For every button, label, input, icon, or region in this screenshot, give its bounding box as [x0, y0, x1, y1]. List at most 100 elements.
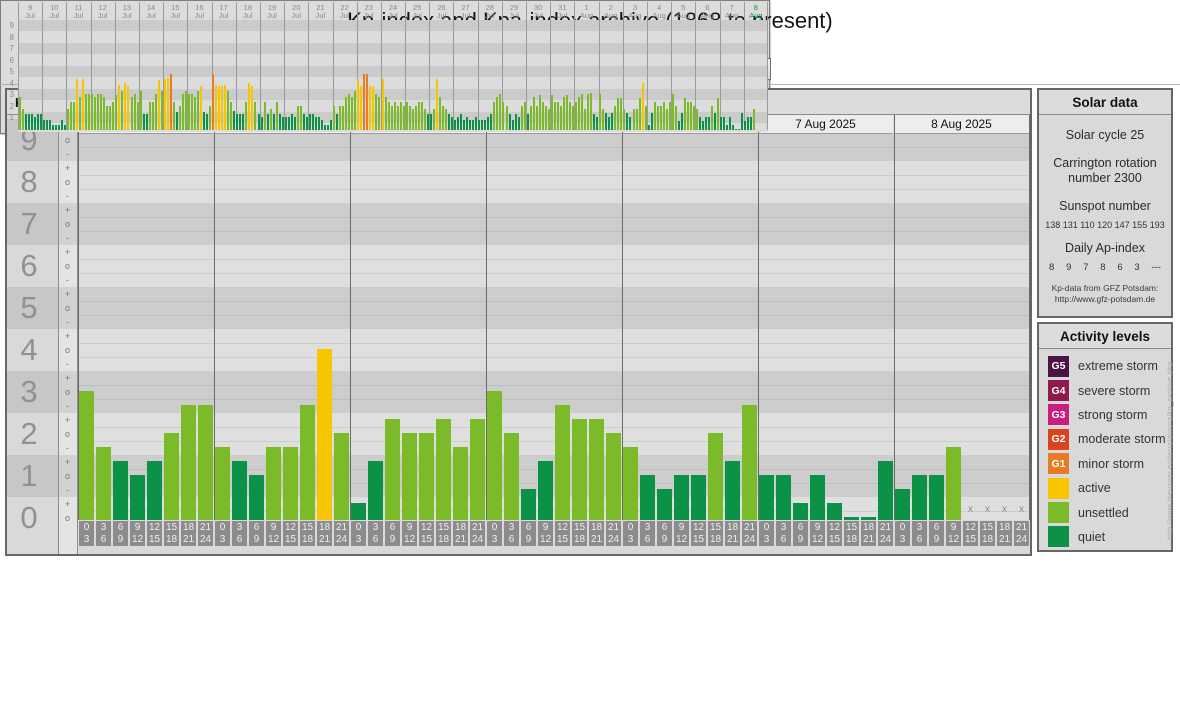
mini-date-label: 8 Aug: [745, 4, 767, 19]
mini-date-month: Jul: [218, 10, 229, 20]
mini-kp-bar: [148, 102, 151, 130]
mini-y-tick-label: 7: [9, 44, 14, 53]
mini-kp-bar: [269, 108, 272, 130]
mini-kp-bar: [411, 108, 414, 130]
mini-kp-bar: [432, 108, 435, 130]
mini-date-label: 26 Jul: [430, 4, 452, 19]
mini-kp-bar: [66, 108, 69, 130]
mini-kp-bar: [720, 117, 723, 130]
mini-date-label: 30 Jul: [527, 4, 549, 19]
mini-kp-bar: [381, 79, 384, 130]
mini-kp-bar: [387, 102, 390, 130]
mini-kp-bar: [145, 113, 148, 130]
mini-kp-bar: [218, 85, 221, 130]
mini-kp-bar: [103, 97, 106, 130]
mini-y-tick-label: 8: [9, 32, 14, 42]
mini-y-tick-label: 3: [9, 90, 14, 99]
mini-plot-band: [18, 20, 768, 32]
mini-date-label: 25 Jul: [406, 4, 428, 19]
mini-date-label: 11 Jul: [67, 4, 89, 19]
mini-kp-bar: [405, 102, 408, 130]
mini-kp-bar: [254, 102, 257, 130]
mini-date-month: Jul: [412, 10, 422, 20]
mini-day-divider: [284, 2, 286, 130]
mini-kp-bar: [565, 95, 568, 130]
mini-kp-bar: [469, 120, 472, 130]
mini-date-month: Jul: [97, 10, 108, 20]
mini-kp-bar: [653, 101, 656, 130]
mini-date-month: Jul: [364, 10, 374, 20]
mini-date-month: Jul: [73, 10, 84, 20]
mini-kp-bar: [478, 120, 481, 130]
mini-kp-bar: [296, 105, 299, 130]
mini-kp-bar: [584, 108, 587, 130]
mini-date-label: 17 Jul: [213, 4, 235, 19]
mini-kp-bar: [109, 105, 112, 130]
mini-date-label: 27 Jul: [454, 4, 476, 19]
mini-kp-bar: [680, 113, 683, 130]
mini-kp-bar: [76, 79, 79, 130]
mini-kp-bar: [457, 117, 460, 130]
mini-kp-bar: [487, 117, 490, 130]
mini-y-tick-label: 9: [9, 21, 14, 30]
mini-kp-bar: [753, 109, 756, 130]
mini-kp-bar: [417, 102, 420, 130]
mini-kp-bar: [260, 117, 263, 130]
mini-kp-bar: [178, 105, 181, 130]
mini-kp-bar: [671, 94, 674, 130]
mini-kp-bar: [239, 113, 242, 130]
mini-date-month: Jul: [509, 10, 519, 20]
mini-kp-bar: [73, 102, 76, 130]
mini-kp-bar: [472, 120, 475, 130]
mini-kp-bar: [593, 113, 596, 130]
mini-kp-bar: [747, 117, 750, 130]
mini-date-label: 1 Aug: [575, 4, 597, 19]
mini-kp-bar: [626, 113, 629, 130]
mini-kp-bar: [157, 80, 160, 130]
mini-kp-bar: [647, 124, 650, 130]
mini-kp-bar: [429, 113, 432, 130]
mini-right-border: [767, 2, 768, 130]
mini-date-label: 18 Jul: [237, 4, 259, 19]
mini-kp-bar: [166, 77, 169, 130]
mini-kp-bar: [206, 113, 209, 130]
mini-kp-bar: [520, 105, 523, 130]
mini-kp-bar: [696, 109, 699, 130]
mini-kp-bar: [590, 92, 593, 130]
mini-kp-bar: [79, 97, 82, 130]
mini-kp-bar: [617, 97, 620, 130]
mini-kp-bar: [94, 97, 97, 130]
mini-kp-bar: [245, 102, 248, 130]
mini-kp-bar: [45, 120, 48, 130]
mini-kp-bar: [611, 113, 614, 130]
mini-kp-bar: [575, 102, 578, 130]
mini-plot-band: [18, 77, 768, 89]
mini-kp-bar: [441, 105, 444, 130]
mini-kp-bar: [656, 105, 659, 130]
mini-kp-bar: [181, 94, 184, 130]
mini-date-month: Aug: [676, 10, 690, 20]
mini-day-divider: [526, 2, 528, 130]
mini-day-divider: [453, 2, 455, 130]
mini-date-label: 20 Jul: [285, 4, 307, 19]
mini-kp-bar: [91, 94, 94, 130]
mini-kp-bar: [236, 113, 239, 130]
mini-kp-bar: [142, 113, 145, 130]
mini-kp-bar: [369, 85, 372, 130]
mini-kp-bar: [251, 85, 254, 130]
mini-date-month: Jul: [194, 10, 205, 20]
mini-kp-bar: [345, 97, 348, 130]
mini-date-month: Jul: [243, 10, 253, 20]
mini-date-label: 21 Jul: [309, 4, 331, 19]
mini-kp-bar: [559, 105, 562, 130]
mini-kp-bar: [393, 102, 396, 130]
mini-kp-bar: [599, 94, 602, 130]
mini-date-label: 3 Aug: [624, 4, 646, 19]
mini-kp-bar: [448, 113, 451, 130]
mini-kp-bar: [608, 117, 611, 130]
mini-kp-bar: [133, 94, 136, 130]
mini-kp-bar: [638, 97, 641, 130]
mini-kp-bar: [127, 85, 130, 130]
mini-date-label: 23 Jul: [358, 4, 380, 19]
mini-kp-bar: [57, 125, 60, 130]
